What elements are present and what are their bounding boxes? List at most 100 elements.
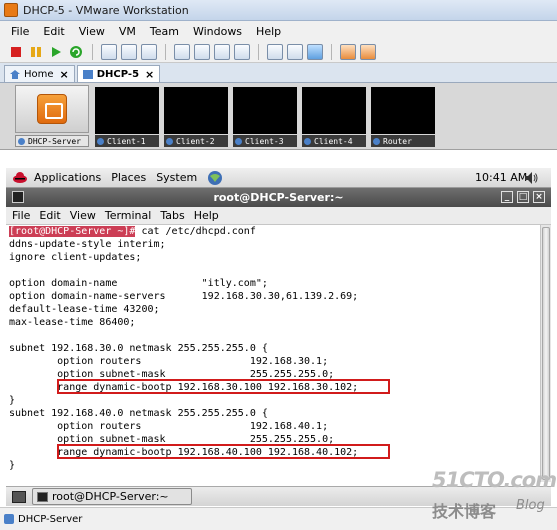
menu-windows[interactable]: Windows (186, 25, 249, 38)
sidebar-icon[interactable] (174, 43, 190, 60)
browser-icon[interactable] (207, 170, 223, 186)
volume-icon[interactable] (523, 170, 539, 186)
watermark-blog: Blog (516, 498, 545, 513)
terminal-menu-terminal[interactable]: Terminal (105, 209, 152, 222)
tab-dhcp-5[interactable]: DHCP-5 × (76, 65, 161, 82)
places-menu[interactable]: Places (111, 171, 146, 184)
vm-icon (304, 137, 311, 145)
vm-status-icon (4, 514, 14, 524)
terminal-title: root@DHCP-Server:~ (213, 191, 344, 204)
status-text: DHCP-Server (18, 513, 83, 525)
vmware-logo-icon (37, 94, 67, 124)
shell-command: cat /etc/dhcpd.conf (135, 226, 256, 237)
watermark: 51CTO.com 技术博客 Blog (432, 468, 557, 528)
menu-view[interactable]: View (72, 25, 112, 38)
highlight-box-range-40 (57, 444, 390, 459)
toolbar-separator (165, 43, 166, 60)
snapshot-manager-icon[interactable] (141, 43, 157, 60)
terminal-menu-file[interactable]: File (12, 209, 30, 222)
taskbar-terminal-label: root@DHCP-Server:~ (52, 490, 169, 503)
terminal-line: default-lease-time 43200; (9, 304, 160, 315)
terminal-line: option domain-name "itly.com"; (9, 278, 268, 289)
vm-icon (373, 137, 380, 145)
quick-switch-icon[interactable] (194, 43, 210, 60)
close-icon[interactable]: × (533, 191, 545, 203)
terminal-icon (12, 191, 24, 203)
home-icon (10, 69, 20, 79)
unity-icon[interactable] (287, 43, 303, 60)
vmware-tab-bar: Home × DHCP-5 × (0, 63, 557, 83)
shell-prompt: [root@DHCP-Server ~]# (9, 226, 136, 237)
thumbnail-label: Client-4 (302, 135, 366, 147)
terminal-line: option domain-name-servers 192.168.30.30… (9, 291, 359, 302)
show-desktop-icon[interactable] (12, 490, 26, 503)
thumbnail-screen (371, 87, 435, 134)
clock[interactable]: 10:41 AM (475, 171, 527, 184)
terminal-menu-view[interactable]: View (70, 209, 96, 222)
tab-home[interactable]: Home × (4, 65, 75, 82)
vm-icon (18, 137, 25, 145)
console-view-icon[interactable] (307, 43, 323, 60)
thumbnail-screen (15, 85, 89, 133)
pause-icon[interactable] (28, 44, 44, 60)
team-tab-icon (82, 69, 93, 79)
terminal-command-line: [root@DHCP-Server ~]# cat /etc/dhcpd.con… (9, 225, 540, 238)
view-icon[interactable] (267, 43, 283, 60)
menu-file[interactable]: File (4, 25, 36, 38)
scrollbar-thumb[interactable] (542, 227, 550, 480)
applications-menu[interactable]: Applications (34, 171, 101, 184)
gnome-top-panel: Applications Places System 10:41 AM (6, 168, 551, 188)
system-menu[interactable]: System (156, 171, 197, 184)
terminal-output[interactable]: [root@DHCP-Server ~]# cat /etc/dhcpd.con… (6, 225, 540, 482)
highlight-box-range-30 (57, 379, 390, 394)
terminal-line: ignore client-updates; (9, 252, 142, 263)
tab-dhcp-5-close-icon[interactable]: × (145, 68, 154, 81)
stop-icon[interactable] (8, 44, 24, 60)
terminal-line: option routers 192.168.40.1; (9, 421, 329, 432)
menu-edit[interactable]: Edit (36, 25, 71, 38)
taskbar-terminal-button[interactable]: root@DHCP-Server:~ (32, 488, 192, 505)
maximize-icon[interactable]: □ (517, 191, 529, 203)
menu-help[interactable]: Help (249, 25, 288, 38)
reset-icon[interactable] (68, 44, 84, 60)
thumbnail-screen (233, 87, 297, 134)
terminal-line: max-lease-time 86400; (9, 317, 136, 328)
thumbnail-screen (302, 87, 366, 134)
terminal-menu-help[interactable]: Help (194, 209, 219, 222)
menu-team[interactable]: Team (143, 25, 186, 38)
terminal-line: option routers 192.168.30.1; (9, 356, 329, 367)
menu-vm[interactable]: VM (112, 25, 143, 38)
terminal-line: ddns-update-style interim; (9, 239, 166, 250)
vm-icon (235, 137, 242, 145)
revert-snapshot-icon[interactable] (121, 43, 137, 60)
vmware-app-icon (4, 3, 18, 17)
thumbnail-bar-icon[interactable] (214, 43, 230, 60)
terminal-line: subnet 192.168.30.0 netmask 255.255.255.… (9, 343, 268, 354)
tab-dhcp-5-label: DHCP-5 (96, 68, 140, 80)
team-icon[interactable] (340, 43, 356, 60)
team-settings-icon[interactable] (360, 43, 376, 60)
thumbnail-label: Client-3 (233, 135, 297, 147)
thumbnail-label: Router (371, 135, 435, 147)
minimize-icon[interactable]: _ (501, 191, 513, 203)
tab-home-label: Home (24, 68, 54, 80)
redhat-icon (13, 171, 27, 183)
terminal-icon (37, 491, 48, 502)
terminal-scrollbar[interactable] (540, 225, 551, 482)
vm-icon (166, 137, 173, 145)
watermark-main: 51CTO.com (432, 468, 557, 492)
window-title: DHCP-5 - VMware Workstation (23, 3, 189, 17)
fullscreen-icon[interactable] (234, 43, 250, 60)
terminal-menu-edit[interactable]: Edit (39, 209, 60, 222)
terminal-menu-tabs[interactable]: Tabs (160, 209, 184, 222)
thumbnail-label: Client-2 (164, 135, 228, 147)
thumbnail-label: Client-1 (95, 135, 159, 147)
terminal-line: subnet 192.168.40.0 netmask 255.255.255.… (9, 408, 268, 419)
snapshot-icon[interactable] (101, 43, 117, 60)
terminal-line: } (9, 395, 16, 406)
tab-home-close-icon[interactable]: × (60, 68, 69, 81)
terminal-menubar: File Edit View Terminal Tabs Help (6, 207, 551, 225)
play-icon[interactable] (48, 44, 64, 60)
